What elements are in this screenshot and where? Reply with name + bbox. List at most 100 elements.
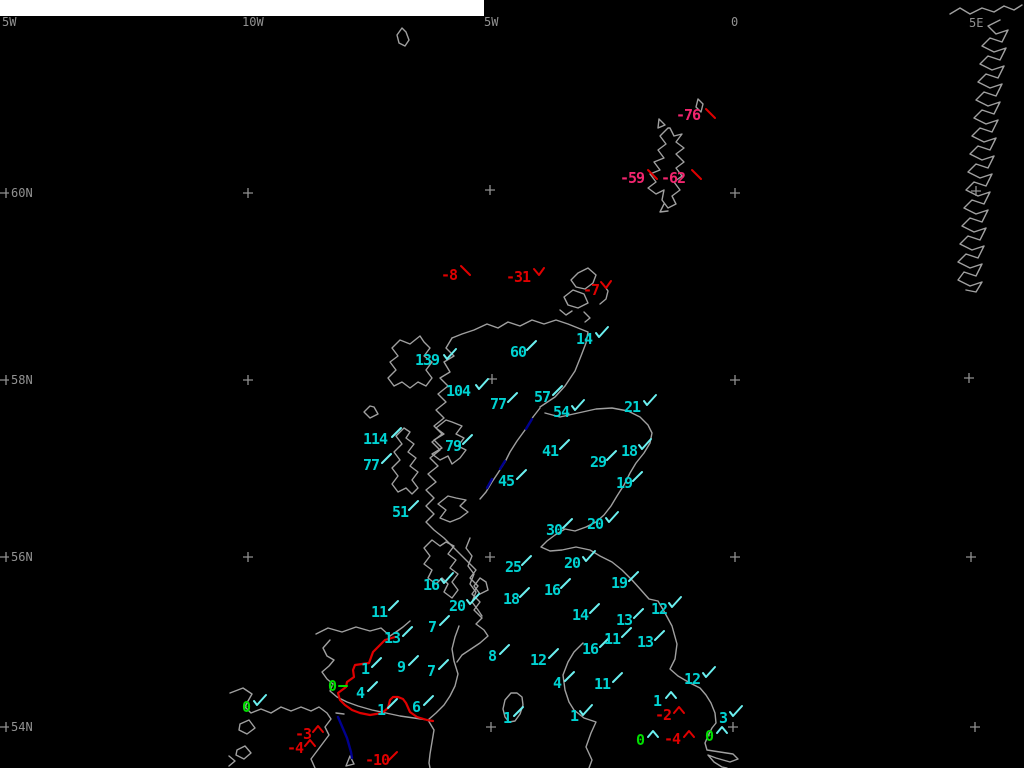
station-value: 0	[242, 698, 251, 716]
tendency-symbol-caret	[665, 691, 677, 699]
graticule-cross	[970, 722, 980, 732]
station-value: 60	[510, 343, 527, 361]
graticule-cross	[964, 373, 974, 383]
station-value: 1	[503, 709, 512, 727]
station-value: 1	[361, 660, 370, 678]
canal-dash-2	[498, 459, 507, 471]
tendency-symbol-rise	[548, 648, 559, 659]
canal-dash-1	[524, 417, 534, 431]
tendency-symbol-caret	[673, 706, 685, 714]
coastline-scotland-north	[451, 319, 589, 408]
latitude-label: 54N	[11, 720, 33, 734]
station-value: 79	[445, 437, 462, 455]
coastline-cumbria	[427, 719, 435, 768]
tendency-symbol-check	[668, 596, 682, 608]
latitude-label: 60N	[11, 186, 33, 200]
tendency-symbol-fall	[705, 108, 716, 119]
graticule-crosses	[243, 185, 981, 732]
station-value: -2	[655, 706, 672, 724]
tendency-symbol-check	[643, 394, 657, 406]
tendency-symbol-rise	[621, 627, 632, 638]
front-line-south	[336, 715, 354, 760]
station-value: -10	[365, 751, 390, 768]
graticule-cross	[485, 185, 495, 195]
tendency-symbol-rise	[381, 453, 392, 464]
station-value: 45	[498, 472, 515, 490]
station-value: 77	[363, 456, 380, 474]
graticule-cross	[243, 188, 253, 198]
station-value: 16	[582, 640, 599, 658]
tendency-symbol-fall	[460, 265, 471, 276]
station-value: -59	[620, 169, 645, 187]
tendency-symbol-caret	[312, 725, 324, 733]
tendency-symbol-fall	[691, 169, 702, 180]
station-value: 25	[505, 558, 522, 576]
latitude-tick	[0, 552, 9, 562]
station-value: 13	[384, 629, 401, 647]
map-canvas	[0, 4, 1023, 768]
graticule-cross	[730, 375, 740, 385]
station-value: 12	[651, 600, 668, 618]
station-value: 18	[503, 590, 520, 608]
tendency-symbol-check	[605, 511, 619, 523]
longitude-label: 5E	[969, 16, 984, 30]
graticule-cross	[243, 375, 253, 385]
tendency-symbol-rise	[439, 615, 450, 626]
station-value: 11	[604, 630, 621, 648]
graticule-cross	[730, 552, 740, 562]
graticule-cross	[485, 552, 495, 562]
latitude-label: 58N	[11, 373, 33, 387]
tendency-symbol-rise	[521, 555, 532, 566]
tendency-symbol-check	[253, 694, 267, 706]
tendency-symbol-check	[579, 704, 593, 716]
station-value: 7	[427, 662, 436, 680]
station-value: 0	[636, 731, 645, 749]
weather-map-screen: DIE 08.11.05 04:00 UTC Bodenwettermeldun…	[0, 0, 1024, 768]
tendency-symbol-rise	[499, 644, 510, 655]
graticule-cross	[486, 722, 496, 732]
tendency-symbol-rise	[654, 630, 665, 641]
station-value: 20	[564, 554, 581, 572]
station-value: -4	[287, 739, 304, 757]
coastline-faroe	[396, 27, 410, 47]
coastline-orkney-islet2	[583, 311, 591, 323]
station-value: -4	[664, 730, 681, 748]
station-value: 1	[377, 701, 386, 719]
latitude-tick	[0, 722, 9, 732]
station-value: 29	[590, 453, 607, 471]
tendency-symbol-rise	[519, 587, 530, 598]
tendency-symbol-check	[443, 348, 457, 360]
tendency-symbol-check	[571, 399, 585, 411]
coastline-orkney-islet1	[559, 309, 573, 316]
coastline-norway	[949, 4, 1023, 15]
station-value: 0	[705, 727, 714, 745]
tendency-symbol-check	[582, 550, 596, 562]
tendency-symbol-rise	[612, 672, 623, 683]
tendency-symbol-rise	[371, 657, 382, 668]
station-value: 104	[446, 382, 471, 400]
tendency-symbol-vee	[600, 280, 612, 289]
station-value: 7	[428, 618, 437, 636]
station-value: 19	[616, 474, 633, 492]
tendency-symbol-rise	[387, 751, 398, 762]
tendency-symbol-caret	[647, 730, 659, 738]
station-value: 19	[611, 574, 628, 592]
station-value: 41	[542, 442, 559, 460]
station-value: 16	[423, 576, 440, 594]
tendency-symbol-check	[729, 705, 743, 717]
station-value: 13	[637, 633, 654, 651]
tendency-symbol-rise	[408, 655, 419, 666]
station-value: 30	[546, 521, 563, 539]
tendency-symbol-rise	[402, 626, 413, 637]
tendency-symbol-rise	[513, 706, 524, 717]
station-value: 1	[570, 707, 579, 725]
station-value: 11	[371, 603, 388, 621]
station-value: 4	[356, 684, 365, 702]
graticule-cross	[966, 552, 976, 562]
tendency-symbol-rise	[632, 471, 643, 482]
station-value: 14	[572, 606, 589, 624]
coastline-uists	[391, 427, 419, 495]
station-value: 57	[534, 388, 551, 406]
tendency-symbol-rise	[633, 608, 644, 619]
coastlines	[228, 4, 1023, 768]
